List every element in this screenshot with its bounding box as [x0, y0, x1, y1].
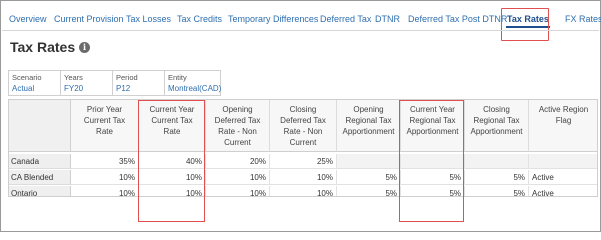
pov-bar: Scenario Actual Years FY20 Period P12 En…	[8, 70, 221, 96]
column-header-6[interactable]: Current Year Regional Tax Apportionment	[401, 100, 465, 152]
page-title: Tax Rates	[10, 39, 76, 55]
pov-period-label: Period	[116, 73, 138, 82]
column-header-line: Apportionment	[470, 127, 523, 136]
column-header-line: Current Year	[149, 105, 195, 114]
column-header-line: Rate - Non	[283, 127, 323, 136]
grid-cell[interactable]: 10%	[71, 170, 139, 185]
pov-entity-label: Entity	[168, 73, 187, 82]
column-header-7[interactable]: Closing Regional Tax Apportionment	[465, 100, 529, 152]
grid-corner	[9, 100, 71, 152]
column-header-line: Apportionment	[342, 127, 395, 136]
grid-cell[interactable]	[465, 154, 529, 169]
tab-divider	[2, 30, 599, 31]
tab-overview[interactable]: Overview	[9, 11, 47, 27]
grid-cell[interactable]	[401, 154, 465, 169]
grid-cell[interactable]	[337, 154, 401, 169]
pov-period-value[interactable]: P12	[116, 83, 161, 94]
column-header-line: Closing	[289, 105, 317, 114]
tab-current-provision[interactable]: Current Provision	[54, 11, 124, 27]
column-header-line: Current	[289, 138, 317, 147]
grid-cell[interactable]: Active	[529, 186, 597, 196]
column-header-line: Regional Tax	[473, 116, 520, 125]
grid-cell[interactable]: 40%	[139, 154, 206, 169]
pov-period[interactable]: Period P12	[113, 71, 165, 95]
tab-deferred-tax-post-dtnr[interactable]: Deferred Tax Post DTNR	[408, 11, 507, 27]
column-header-line: Flag	[555, 116, 572, 125]
column-header-line: Rate	[96, 127, 113, 136]
pov-scenario[interactable]: Scenario Actual	[9, 71, 61, 95]
column-header-4[interactable]: Closing Deferred Tax Rate - Non Current	[270, 100, 337, 152]
column-header-1[interactable]: Prior Year Current Tax Rate	[71, 100, 139, 152]
row-header-ontario: Ontario	[9, 186, 71, 196]
grid-cell[interactable]: 10%	[206, 170, 270, 185]
grid-cell[interactable]	[529, 154, 597, 169]
column-header-line: Active Region	[538, 105, 589, 114]
grid-cell[interactable]: 10%	[270, 170, 337, 185]
column-header-line: Current Year	[410, 105, 455, 114]
column-header-line: Closing	[483, 105, 510, 114]
grid-cell[interactable]: 35%	[71, 154, 139, 169]
grid-cell[interactable]: 5%	[465, 170, 529, 185]
column-header-line: Opening	[222, 105, 253, 114]
column-header-3[interactable]: Opening Deferred Tax Rate - Non Current	[206, 100, 270, 152]
tab-deferred-tax[interactable]: Deferred Tax	[320, 11, 371, 27]
info-icon[interactable]: i	[79, 42, 90, 53]
tab-tax-credits[interactable]: Tax Credits	[177, 11, 222, 27]
pov-entity-value[interactable]: Montreal(CAD)	[168, 83, 221, 94]
grid-cell[interactable]: 10%	[71, 186, 139, 196]
pov-scenario-label: Scenario	[12, 73, 42, 82]
column-header-line: Rate - Non	[218, 127, 257, 136]
grid-cell[interactable]: 5%	[465, 186, 529, 196]
grid-cell[interactable]: 10%	[139, 170, 206, 185]
column-header-line: Current Tax	[151, 116, 193, 125]
tab-tax-losses[interactable]: Tax Losses	[126, 11, 171, 27]
row-header-canada: Canada	[9, 154, 71, 169]
grid-cell[interactable]: 20%	[206, 154, 270, 169]
grid-cell[interactable]: 10%	[206, 186, 270, 196]
grid-cell[interactable]: 5%	[337, 186, 401, 196]
tax-rates-grid: Prior Year Current Tax Rate Current Year Cur…	[8, 99, 598, 197]
pov-scenario-value[interactable]: Actual	[12, 83, 57, 94]
column-header-line: Deferred Tax	[214, 116, 261, 125]
column-header-line: Current	[224, 138, 251, 147]
column-header-line: Current Tax	[83, 116, 126, 125]
pov-years-label: Years	[64, 73, 83, 82]
column-header-line: Apportionment	[406, 127, 459, 136]
column-header-line: Regional Tax	[409, 116, 456, 125]
tab-temporary-differences[interactable]: Temporary Differences	[228, 11, 318, 27]
column-header-line: Opening	[353, 105, 384, 114]
column-header-line: Regional Tax	[345, 116, 392, 125]
column-header-line: Rate	[163, 127, 181, 136]
grid-cell[interactable]: 10%	[270, 186, 337, 196]
column-header-line: Prior Year	[86, 105, 123, 114]
grid-cell[interactable]: 10%	[139, 186, 206, 196]
grid-cell[interactable]: Active	[529, 170, 597, 185]
grid-cell[interactable]: 5%	[401, 186, 465, 196]
tab-highlight-box	[501, 8, 549, 41]
tax-rates-window: Overview Current Provision Tax Losses Ta…	[0, 0, 601, 232]
column-header-5[interactable]: Opening Regional Tax Apportionment	[337, 100, 401, 152]
grid-cell[interactable]: 25%	[270, 154, 337, 169]
grid-cell[interactable]: 5%	[401, 170, 465, 185]
tab-dtnr[interactable]: DTNR	[375, 11, 400, 27]
tab-fx-rates[interactable]: FX Rates	[565, 11, 601, 27]
pov-years-value[interactable]: FY20	[64, 83, 109, 94]
column-header-8[interactable]: Active Region Flag	[529, 100, 597, 152]
pov-years[interactable]: Years FY20	[61, 71, 113, 95]
grid-cell[interactable]: 5%	[337, 170, 401, 185]
column-header-2[interactable]: Current Year Current Tax Rate	[139, 100, 206, 152]
row-header-ca-blended: CA Blended	[9, 170, 71, 185]
pov-entity[interactable]: Entity Montreal(CAD)	[165, 71, 222, 95]
column-header-line: Deferred Tax	[280, 116, 326, 125]
